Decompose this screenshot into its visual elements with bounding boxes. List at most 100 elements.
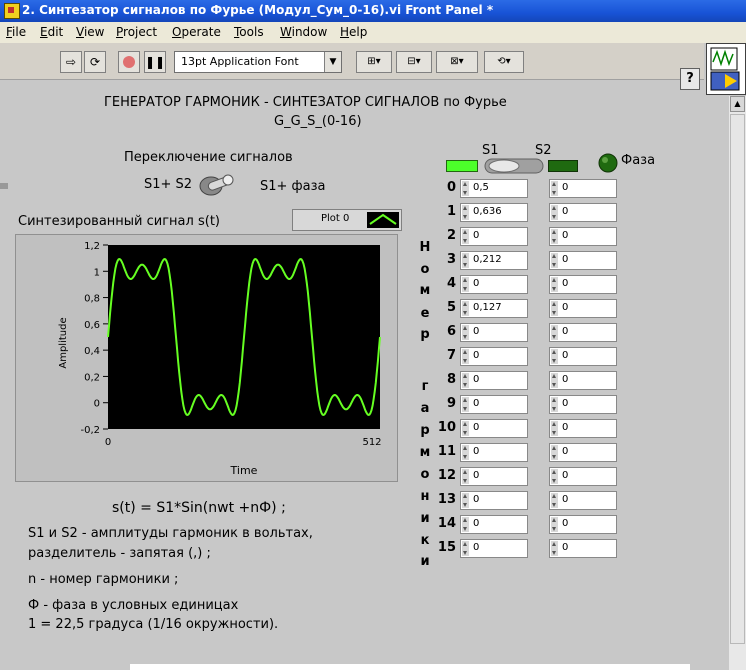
s2-amplitude-input[interactable]: 0 [549, 395, 617, 414]
menu-file[interactable]: File [6, 25, 26, 39]
s1-s2-toggle-switch[interactable] [484, 157, 544, 175]
vertical-scrollbar[interactable]: ▲ [729, 96, 746, 670]
harmonic-index: 4 [446, 276, 456, 291]
increment-decrement-icon[interactable] [551, 541, 558, 556]
increment-decrement-icon[interactable] [551, 469, 558, 484]
menu-view[interactable]: View [76, 25, 104, 39]
increment-decrement-icon[interactable] [462, 349, 469, 364]
s2-amplitude-input[interactable]: 0 [549, 347, 617, 366]
signal-toggle-switch[interactable] [198, 172, 234, 198]
increment-decrement-icon[interactable] [462, 229, 469, 244]
s2-amplitude-input[interactable]: 0 [549, 419, 617, 438]
s2-amplitude-input[interactable]: 0 [549, 275, 617, 294]
increment-decrement-icon[interactable] [551, 373, 558, 388]
s1-amplitude-input[interactable]: 0 [460, 491, 528, 510]
increment-decrement-icon[interactable] [551, 445, 558, 460]
distribute-objects-icon[interactable]: ⊟▾ [396, 51, 432, 73]
increment-decrement-icon[interactable] [551, 325, 558, 340]
s2-amplitude-input[interactable]: 0 [549, 251, 617, 270]
increment-decrement-icon[interactable] [551, 397, 558, 412]
s1-amplitude-input[interactable]: 0 [460, 395, 528, 414]
window-title-bar[interactable]: 2. Синтезатор сигналов по Фурье (Модул_С… [0, 0, 746, 22]
s1-amplitude-input[interactable]: 0 [460, 347, 528, 366]
s1-amplitude-input[interactable]: 0,5 [460, 179, 528, 198]
s1-amplitude-input[interactable]: 0,636 [460, 203, 528, 222]
s1-amplitude-input[interactable]: 0 [460, 323, 528, 342]
s1-amplitude-input[interactable]: 0 [460, 443, 528, 462]
increment-decrement-icon[interactable] [551, 229, 558, 244]
increment-decrement-icon[interactable] [462, 469, 469, 484]
menu-help[interactable]: Help [340, 25, 367, 39]
scroll-thumb[interactable] [730, 114, 745, 644]
vertical-label-letter: и [420, 554, 430, 569]
increment-decrement-icon[interactable] [462, 541, 469, 556]
increment-decrement-icon[interactable] [462, 277, 469, 292]
increment-decrement-icon[interactable] [462, 421, 469, 436]
s2-amplitude-input[interactable]: 0 [549, 371, 617, 390]
reorder-icon[interactable]: ⟲▾ [484, 51, 524, 73]
resize-objects-icon[interactable]: ⊠▾ [436, 51, 478, 73]
pause-icon[interactable]: ❚❚ [144, 51, 166, 73]
harmonic-index: 0 [446, 180, 456, 195]
increment-decrement-icon[interactable] [551, 205, 558, 220]
waveform-graph[interactable]: 1,2 1 0,8 0,6 0,4 0,2 0 -0,2 0 512 Amplitude Tim… [15, 234, 398, 482]
s1-led-indicator [446, 160, 478, 172]
menu-project[interactable]: Project [116, 25, 157, 39]
plot-legend[interactable]: Plot 0 [292, 209, 402, 231]
s1-amplitude-input[interactable]: 0 [460, 371, 528, 390]
increment-decrement-icon[interactable] [462, 397, 469, 412]
increment-decrement-icon[interactable] [462, 253, 469, 268]
s2-amplitude-input[interactable]: 0 [549, 299, 617, 318]
s2-value: 0 [562, 206, 569, 217]
y-tick-label: 1,2 [84, 241, 100, 252]
menu-window[interactable]: Window [280, 25, 327, 39]
increment-decrement-icon[interactable] [551, 349, 558, 364]
increment-decrement-icon[interactable] [551, 421, 558, 436]
s1-amplitude-input[interactable]: 0,212 [460, 251, 528, 270]
s2-amplitude-input[interactable]: 0 [549, 515, 617, 534]
increment-decrement-icon[interactable] [551, 517, 558, 532]
s2-amplitude-input[interactable]: 0 [549, 491, 617, 510]
s1-amplitude-input[interactable]: 0 [460, 419, 528, 438]
increment-decrement-icon[interactable] [551, 181, 558, 196]
s2-amplitude-input[interactable]: 0 [549, 443, 617, 462]
s1-amplitude-input[interactable]: 0 [460, 227, 528, 246]
increment-decrement-icon[interactable] [462, 517, 469, 532]
increment-decrement-icon[interactable] [462, 373, 469, 388]
s2-amplitude-input[interactable]: 0 [549, 539, 617, 558]
menu-edit[interactable]: Edit [40, 25, 63, 39]
context-help-button[interactable]: ? [680, 68, 700, 90]
abort-icon[interactable] [118, 51, 140, 73]
increment-decrement-icon[interactable] [462, 181, 469, 196]
font-select[interactable]: 13pt Application Font ▼ [174, 51, 342, 73]
scroll-up-arrow-icon[interactable]: ▲ [730, 96, 745, 112]
align-objects-icon[interactable]: ⊞▾ [356, 51, 392, 73]
s1-amplitude-input[interactable]: 0 [460, 275, 528, 294]
increment-decrement-icon[interactable] [551, 301, 558, 316]
menu-operate[interactable]: Operate [172, 25, 221, 39]
s1-value: 0 [473, 398, 480, 409]
s2-amplitude-input[interactable]: 0 [549, 227, 617, 246]
vi-connector-pane-icon[interactable] [706, 43, 746, 95]
s2-amplitude-input[interactable]: 0 [549, 467, 617, 486]
increment-decrement-icon[interactable] [462, 325, 469, 340]
increment-decrement-icon[interactable] [462, 301, 469, 316]
increment-decrement-icon[interactable] [551, 277, 558, 292]
increment-decrement-icon[interactable] [462, 205, 469, 220]
vertical-label-letter: м [419, 445, 431, 460]
s1-amplitude-input[interactable]: 0 [460, 467, 528, 486]
s2-amplitude-input[interactable]: 0 [549, 203, 617, 222]
run-arrow-icon[interactable]: ⇨ [60, 51, 82, 73]
increment-decrement-icon[interactable] [462, 445, 469, 460]
increment-decrement-icon[interactable] [551, 253, 558, 268]
menu-tools[interactable]: Tools [234, 25, 264, 39]
s1-amplitude-input[interactable]: 0 [460, 539, 528, 558]
run-continuously-icon[interactable]: ⟳ [84, 51, 106, 73]
increment-decrement-icon[interactable] [462, 493, 469, 508]
vertical-label-letter: р [420, 423, 430, 438]
increment-decrement-icon[interactable] [551, 493, 558, 508]
s2-amplitude-input[interactable]: 0 [549, 179, 617, 198]
s1-amplitude-input[interactable]: 0,127 [460, 299, 528, 318]
s1-amplitude-input[interactable]: 0 [460, 515, 528, 534]
s2-amplitude-input[interactable]: 0 [549, 323, 617, 342]
